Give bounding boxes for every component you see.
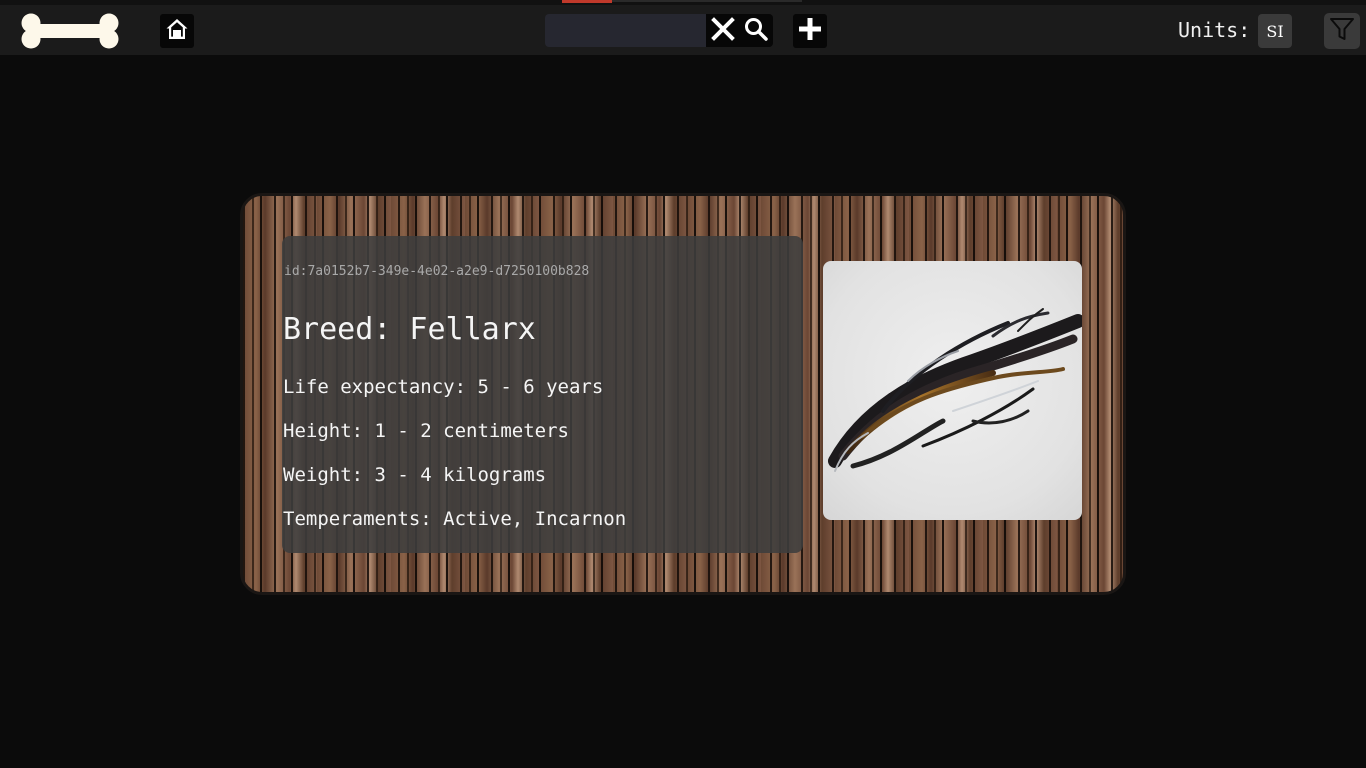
tab-strip — [612, 0, 802, 2]
height: Height: 1 - 2 centimeters — [283, 420, 569, 442]
search-input[interactable] — [545, 14, 706, 47]
plus-icon — [797, 16, 823, 46]
active-tab-indicator — [562, 0, 612, 3]
life-expectancy: Life expectancy: 5 - 6 years — [283, 376, 604, 398]
home-button[interactable] — [160, 14, 194, 48]
breed-name: Breed: Fellarx — [283, 312, 536, 347]
search-button[interactable] — [742, 14, 770, 47]
filter-button[interactable] — [1324, 13, 1360, 49]
close-icon — [711, 16, 735, 45]
breed-info-panel: id:7a0152b7-349e-4e02-a2e9-d7250100b828 … — [282, 236, 803, 553]
breed-id: id:7a0152b7-349e-4e02-a2e9-d7250100b828 — [284, 264, 590, 279]
weight: Weight: 3 - 4 kilograms — [283, 464, 547, 486]
filter-icon — [1329, 16, 1355, 46]
navbar: Units: SI — [0, 5, 1366, 55]
temperaments: Temperaments: Active, Incarnon — [283, 508, 627, 530]
breed-card[interactable]: id:7a0152b7-349e-4e02-a2e9-d7250100b828 … — [240, 193, 1126, 595]
breed-image — [823, 261, 1082, 520]
units-toggle-button[interactable]: SI — [1258, 14, 1292, 48]
search-icon — [744, 17, 768, 45]
bone-icon[interactable] — [19, 13, 121, 49]
units-label: Units: — [1178, 18, 1251, 42]
add-breed-button[interactable] — [793, 14, 827, 48]
home-icon — [165, 17, 189, 45]
clear-search-button[interactable] — [709, 14, 737, 47]
search-actions — [706, 14, 773, 47]
